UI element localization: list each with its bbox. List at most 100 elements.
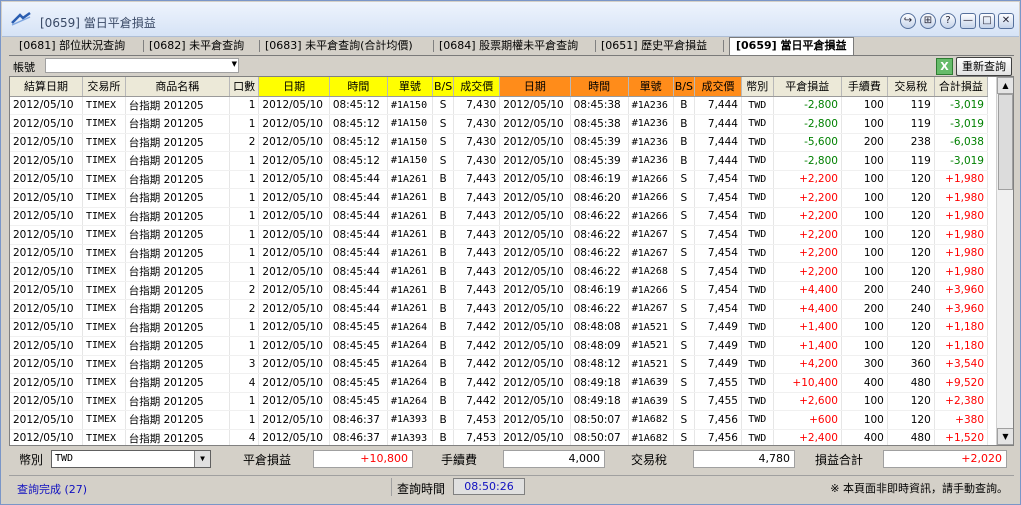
- fee-value: 4,000: [503, 450, 605, 468]
- table-row[interactable]: 2012/05/10 TIMEX 台指期 201205 1 2012/05/10 08:4…: [10, 410, 989, 430]
- cell-settle-date: 2012/05/10: [10, 299, 83, 319]
- col-header-open-time[interactable]: 時間: [329, 77, 388, 97]
- cell-settle-date: 2012/05/10: [10, 133, 83, 152]
- cell-exchange: TIMEX: [82, 244, 126, 263]
- cell-open-order-no: #1A393: [387, 429, 433, 445]
- cell-open-bs: S: [432, 114, 455, 134]
- cell-open-order-no: #1A261: [387, 188, 433, 208]
- query-time-value: 08:50:26: [453, 478, 525, 495]
- cell-open-date: 2012/05/10: [258, 244, 330, 263]
- cell-open-date: 2012/05/10: [258, 410, 330, 430]
- col-header-close-price[interactable]: 成交價: [694, 77, 742, 97]
- detach-icon[interactable]: ↪: [900, 13, 916, 29]
- cell-settle-date: 2012/05/10: [10, 96, 83, 115]
- table-row[interactable]: 2012/05/10 TIMEX 台指期 201205 4 2012/05/10 08:4…: [10, 373, 989, 393]
- table-row[interactable]: 2012/05/10 TIMEX 台指期 201205 1 2012/05/10 08:4…: [10, 188, 989, 208]
- close-icon[interactable]: ✕: [998, 13, 1014, 29]
- tab-0659[interactable]: [0659] 當日平倉損益: [729, 37, 854, 55]
- col-header-tax[interactable]: 交易稅: [887, 77, 935, 97]
- cell-close-time: 08:46:22: [570, 244, 629, 263]
- cell-close-price: 7,444: [694, 96, 742, 115]
- col-header-close-time[interactable]: 時間: [570, 77, 629, 97]
- print-icon[interactable]: ⊞: [920, 13, 936, 29]
- scroll-thumb[interactable]: [998, 94, 1013, 190]
- col-header-close-order-no[interactable]: 單號: [628, 77, 674, 97]
- table-row[interactable]: 2012/05/10 TIMEX 台指期 201205 1 2012/05/10 08:4…: [10, 318, 989, 337]
- col-header-open-bs[interactable]: B/S: [432, 77, 455, 97]
- cell-close-date: 2012/05/10: [499, 114, 571, 134]
- cell-tax: 120: [887, 410, 935, 430]
- col-header-close-pnl[interactable]: 平倉損益: [773, 77, 842, 97]
- tab-separator: [723, 40, 724, 52]
- scroll-up-icon[interactable]: ▲: [997, 77, 1013, 94]
- table-row[interactable]: 2012/05/10 TIMEX 台指期 201205 2 2012/05/10 08:4…: [10, 133, 989, 152]
- col-header-open-order-no[interactable]: 單號: [387, 77, 433, 97]
- col-header-settle-date[interactable]: 結算日期: [10, 77, 83, 97]
- table-row[interactable]: 2012/05/10 TIMEX 台指期 201205 1 2012/05/10 08:4…: [10, 170, 989, 189]
- cell-close-bs: B: [673, 133, 696, 152]
- dropdown-arrow-icon[interactable]: ▼: [194, 451, 210, 467]
- tab-0682[interactable]: [0682] 未平倉查詢: [149, 38, 244, 55]
- tab-0651[interactable]: [0651] 歷史平倉損益: [601, 38, 707, 55]
- cell-open-date: 2012/05/10: [258, 114, 330, 134]
- cell-close-date: 2012/05/10: [499, 225, 571, 245]
- cell-open-bs: B: [432, 392, 455, 411]
- tax-value: 4,780: [693, 450, 795, 468]
- excel-export-button[interactable]: X: [936, 58, 953, 75]
- col-header-open-date[interactable]: 日期: [258, 77, 330, 97]
- table-row[interactable]: 2012/05/10 TIMEX 台指期 201205 3 2012/05/10 08:4…: [10, 355, 989, 374]
- vertical-scrollbar[interactable]: ▲ ▼: [996, 77, 1013, 445]
- help-icon[interactable]: ?: [940, 13, 956, 29]
- minimize-icon[interactable]: —: [960, 13, 976, 29]
- cell-open-bs: B: [432, 225, 455, 245]
- col-header-currency[interactable]: 幣別: [741, 77, 774, 97]
- tab-0681[interactable]: [0681] 部位狀況查詢: [19, 38, 125, 55]
- table-row[interactable]: 2012/05/10 TIMEX 台指期 201205 1 2012/05/10 08:4…: [10, 225, 989, 245]
- col-header-close-date[interactable]: 日期: [499, 77, 571, 97]
- cell-close-date: 2012/05/10: [499, 318, 571, 337]
- tab-0683[interactable]: [0683] 未平倉查詢(合計均價): [265, 38, 413, 55]
- col-header-exchange[interactable]: 交易所: [82, 77, 126, 97]
- col-header-total-pnl[interactable]: 合計損益: [934, 77, 989, 97]
- col-header-open-price[interactable]: 成交價: [453, 77, 501, 97]
- col-header-product-name[interactable]: 商品名稱: [125, 77, 230, 97]
- account-select[interactable]: ▼: [45, 58, 239, 73]
- cell-product-name: 台指期 201205: [125, 207, 230, 226]
- currency-select[interactable]: TWD ▼: [51, 450, 211, 468]
- tab-0684[interactable]: [0684] 股票期權未平倉查詢: [439, 38, 578, 55]
- cell-open-date: 2012/05/10: [258, 96, 330, 115]
- table-row[interactable]: 2012/05/10 TIMEX 台指期 201205 1 2012/05/10 08:4…: [10, 244, 989, 263]
- cell-fee: 200: [841, 281, 888, 300]
- cell-product-name: 台指期 201205: [125, 114, 230, 134]
- dropdown-arrow-icon[interactable]: ▼: [232, 60, 237, 68]
- cell-close-order-no: #1A236: [628, 133, 674, 152]
- scroll-down-icon[interactable]: ▼: [997, 428, 1013, 445]
- col-header-quantity[interactable]: 口數: [229, 77, 260, 97]
- table-row[interactable]: 2012/05/10 TIMEX 台指期 201205 1 2012/05/10 08:4…: [10, 151, 989, 171]
- table-row[interactable]: 2012/05/10 TIMEX 台指期 201205 4 2012/05/10 08:4…: [10, 429, 989, 445]
- cell-open-bs: B: [432, 207, 455, 226]
- table-row[interactable]: 2012/05/10 TIMEX 台指期 201205 1 2012/05/10 08:4…: [10, 207, 989, 226]
- table-row[interactable]: 2012/05/10 TIMEX 台指期 201205 2 2012/05/10 08:4…: [10, 299, 989, 319]
- cell-close-order-no: #1A267: [628, 299, 674, 319]
- tab-separator: [143, 40, 144, 52]
- table-row[interactable]: 2012/05/10 TIMEX 台指期 201205 1 2012/05/10 08:4…: [10, 114, 989, 134]
- cell-total-pnl: +3,960: [934, 299, 989, 319]
- table-row[interactable]: 2012/05/10 TIMEX 台指期 201205 2 2012/05/10 08:4…: [10, 281, 989, 300]
- window-title: [0659] 當日平倉損益: [40, 16, 156, 30]
- table-row[interactable]: 2012/05/10 TIMEX 台指期 201205 1 2012/05/10 08:4…: [10, 96, 989, 115]
- maximize-icon[interactable]: □: [979, 13, 995, 29]
- cell-quantity: 1: [229, 225, 260, 245]
- cell-quantity: 1: [229, 318, 260, 337]
- cell-close-time: 08:45:38: [570, 114, 629, 134]
- cell-tax: 238: [887, 133, 935, 152]
- col-header-close-bs[interactable]: B/S: [673, 77, 696, 97]
- cell-open-date: 2012/05/10: [258, 281, 330, 300]
- cell-currency: TWD: [741, 170, 774, 189]
- cell-open-time: 08:45:44: [329, 281, 388, 300]
- table-row[interactable]: 2012/05/10 TIMEX 台指期 201205 1 2012/05/10 08:4…: [10, 262, 989, 282]
- table-row[interactable]: 2012/05/10 TIMEX 台指期 201205 1 2012/05/10 08:4…: [10, 336, 989, 356]
- col-header-fee[interactable]: 手續費: [841, 77, 888, 97]
- requery-button[interactable]: 重新查詢: [956, 57, 1012, 76]
- table-row[interactable]: 2012/05/10 TIMEX 台指期 201205 1 2012/05/10 08:4…: [10, 392, 989, 411]
